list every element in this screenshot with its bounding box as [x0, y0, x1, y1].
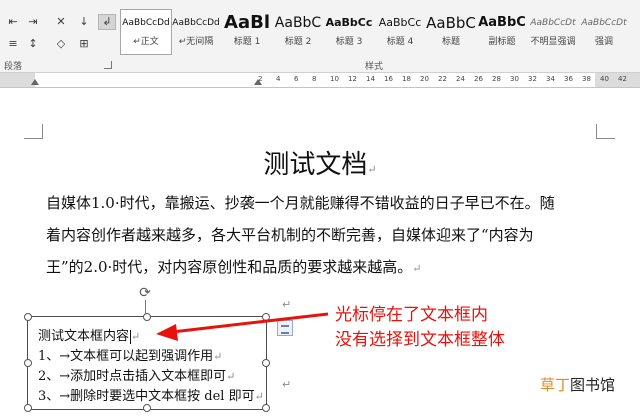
- textbox-line-4[interactable]: 3、→删除时要选中文本框按 del 即可↵: [38, 385, 264, 404]
- style-name: ↵无间隔: [178, 37, 214, 47]
- line-spacing-icon[interactable]: ↕: [24, 36, 42, 52]
- style-preview: AaBl: [224, 12, 270, 33]
- ruler-number: 14: [366, 75, 375, 83]
- style-tile[interactable]: AaBbC 标题: [426, 10, 476, 54]
- shading-icon[interactable]: ◇: [52, 36, 70, 52]
- paragraph-mark: ↵: [282, 378, 292, 391]
- tab-stop-marker[interactable]: [254, 79, 262, 85]
- style-name: ↵正文: [133, 37, 159, 47]
- resize-handle[interactable]: [262, 404, 270, 412]
- style-name: 标题 1: [233, 37, 261, 47]
- distributed-align-icon[interactable]: ≡: [4, 36, 22, 52]
- ruler-number: 38: [582, 75, 591, 83]
- style-preview: AaBbC: [274, 15, 322, 31]
- style-name: 标题: [441, 37, 460, 47]
- ruler-number: 34: [546, 75, 555, 83]
- style-preview: AaBbCcDt: [530, 18, 576, 28]
- style-preview: AaBbCc: [378, 16, 422, 29]
- styles-gallery: AaBbCcDd ↵正文 AaBbCcDd ↵无间隔 AaBl 标题 1 AaBbC 标题 2…: [120, 6, 640, 55]
- horizontal-ruler[interactable]: 2 4 6 8 10 12 14 16 18 20 22 24 26 28 30 32 34 36 38 40 42: [0, 73, 640, 88]
- style-preview: AaBbCcDt: [581, 18, 627, 28]
- text-box[interactable]: 测试文本框内容 ↵ 1、→文本框可以起到强调作用↵ 2、→添加时点击插入文本框即可…: [24, 313, 270, 412]
- ruler-number: 4: [276, 75, 281, 83]
- resize-handle[interactable]: [143, 404, 151, 412]
- paragraph-dialog-launcher[interactable]: [104, 61, 112, 69]
- resize-handle[interactable]: [262, 313, 270, 321]
- textbox-line-3[interactable]: 2、→添加时点击插入文本框即可↵: [38, 365, 235, 384]
- resize-handle[interactable]: [24, 404, 32, 412]
- paragraph-mark: ↵: [282, 298, 292, 311]
- borders-icon[interactable]: ⊞: [75, 36, 93, 52]
- styles-group-label: 样式: [365, 62, 384, 72]
- style-tile[interactable]: AaBbC 标题 2: [273, 10, 323, 54]
- ribbon: ⇤ ⇥ ✕ ↓ ↲ ≡ ↕ ◇ ⊞ AaBbCcDd ↵正文 AaBbCcDd ↵无间…: [0, 0, 640, 59]
- style-preview: AaBbCcDd: [122, 18, 170, 28]
- ruler-number: 42: [618, 75, 627, 83]
- annotation-text-2: 没有选择到文本框整体: [335, 330, 505, 350]
- rotate-handle-icon[interactable]: ⟳: [138, 286, 152, 300]
- sort-icon[interactable]: ↓: [75, 14, 93, 30]
- style-tile[interactable]: AaBbCc 标题 3: [324, 10, 374, 54]
- textbox-line-2[interactable]: 1、→文本框可以起到强调作用↵: [38, 345, 222, 364]
- style-tile[interactable]: AaBbCcDd ↵无间隔: [171, 10, 221, 54]
- ruler-number: 22: [438, 75, 447, 83]
- style-preview: AaBbCcDd: [172, 18, 220, 28]
- style-preview: AaBbCc: [325, 16, 373, 29]
- document-title: 测试文档↵: [263, 150, 377, 180]
- style-name: 标题 4: [386, 37, 414, 47]
- ruler-number: 24: [456, 75, 465, 83]
- ruler-number: 16: [384, 75, 393, 83]
- style-tile[interactable]: AaBbCc 标题 4: [375, 10, 425, 54]
- ruler-number: 30: [510, 75, 519, 83]
- ruler-number: 36: [564, 75, 573, 83]
- resize-handle[interactable]: [143, 313, 151, 321]
- style-preview: AaBbC: [426, 14, 476, 32]
- paragraph-line-1: 自媒体1.0·时代，靠搬运、抄袭一个月就能赚得不错收益的日子早已不在。随: [46, 194, 555, 212]
- ruler-number: 40: [600, 75, 609, 83]
- ruler-number: 10: [330, 75, 339, 83]
- style-tile[interactable]: AaBbCcDd ↵正文: [120, 9, 172, 55]
- document-page[interactable]: 测试文档↵ 自媒体1.0·时代，靠搬运、抄袭一个月就能赚得不错收益的日子早已不在…: [0, 88, 640, 420]
- resize-handle[interactable]: [262, 359, 270, 367]
- annotation-text-1: 光标停在了文本框内: [335, 305, 488, 325]
- ruler-number: 18: [402, 75, 411, 83]
- ruler-number: 32: [528, 75, 537, 83]
- ruler-number: 26: [474, 75, 483, 83]
- increase-indent-icon[interactable]: ⇥: [24, 14, 42, 30]
- ruler-number: 6: [294, 75, 299, 83]
- textbox-line-1[interactable]: 测试文本框内容 ↵: [38, 325, 140, 344]
- style-name: 标题 2: [284, 37, 312, 47]
- paragraph-line-2: 着内容创作者越来越多，各大平台机制的不断完善，自媒体迎来了“内容为: [46, 226, 534, 244]
- decrease-indent-icon[interactable]: ⇤: [4, 14, 22, 30]
- layout-options-icon[interactable]: [277, 320, 293, 336]
- chinese-layout-icon[interactable]: ✕: [52, 14, 70, 30]
- style-preview: AaBbC: [478, 15, 526, 30]
- ribbon-group-labels: 段落 样式: [0, 58, 640, 73]
- style-tile[interactable]: AaBbCcDt 不明显强调: [528, 10, 578, 54]
- paragraph-group-label: 段落: [4, 62, 23, 72]
- margin-corner-top-right: [596, 124, 615, 139]
- style-tile[interactable]: AaBbC 副标题: [477, 10, 527, 54]
- watermark: 草丁图书馆: [540, 376, 616, 394]
- style-tile[interactable]: AaBbCcDt 强调: [579, 10, 629, 54]
- paragraph-line-3: 王”的2.0·时代，对内容原创性和品质的要求越来越高。↵: [46, 258, 422, 276]
- style-name: 标题 3: [335, 37, 363, 47]
- style-tile[interactable]: AaBl 标题 1: [222, 10, 272, 54]
- style-name: 副标题: [488, 37, 516, 47]
- style-name: 不明显强调: [530, 37, 576, 47]
- margin-corner-top-left: [24, 124, 43, 139]
- resize-handle[interactable]: [24, 313, 32, 321]
- style-name: 强调: [594, 37, 613, 47]
- paragraph-tools: ⇤ ⇥ ✕ ↓ ↲ ≡ ↕ ◇ ⊞: [0, 0, 120, 58]
- left-indent-marker[interactable]: [31, 79, 39, 85]
- ruler-number: 28: [492, 75, 501, 83]
- resize-handle[interactable]: [24, 359, 32, 367]
- ruler-number: 12: [348, 75, 357, 83]
- ruler-number: 20: [420, 75, 429, 83]
- show-formatting-marks-icon[interactable]: ↲: [98, 14, 116, 30]
- ruler-number: 8: [312, 75, 317, 83]
